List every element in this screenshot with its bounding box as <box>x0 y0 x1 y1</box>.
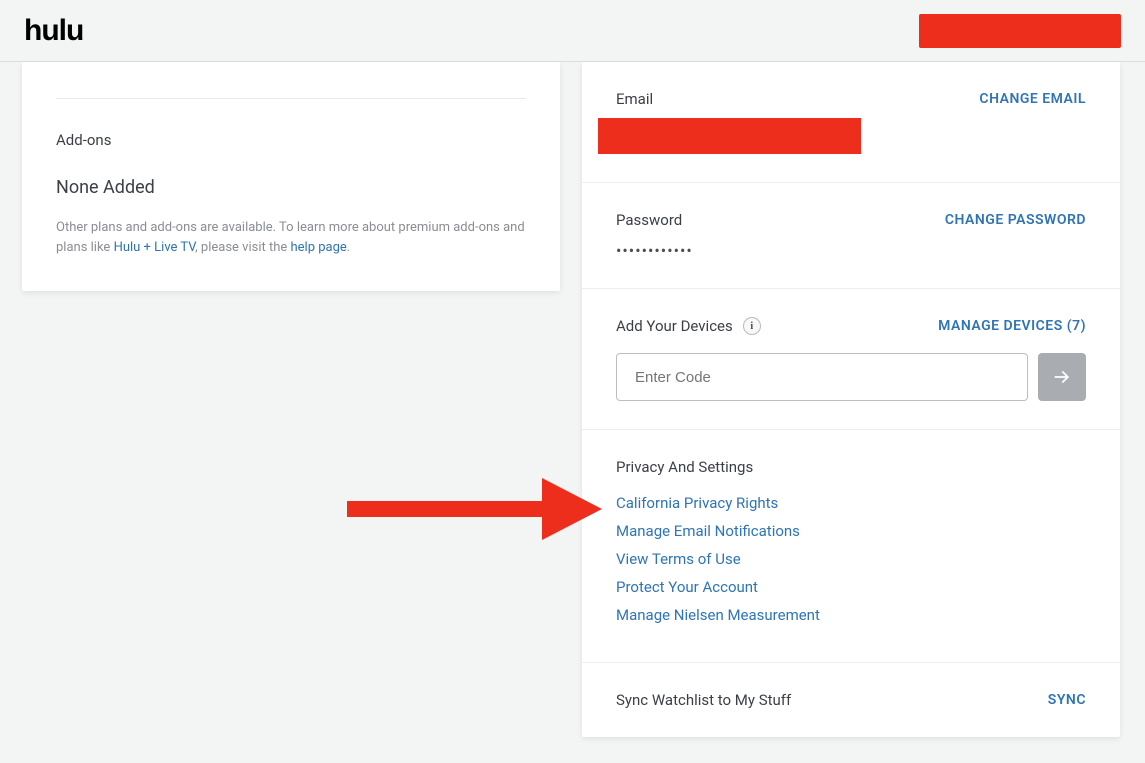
password-mask: •••••••••••• <box>616 241 1086 260</box>
addons-card: Add-ons None Added Other plans and add-o… <box>22 62 560 291</box>
device-code-input[interactable] <box>616 353 1028 401</box>
addons-none-added: None Added <box>56 177 526 198</box>
addons-desc-mid: , please visit the <box>195 240 290 255</box>
header-redaction <box>919 14 1121 48</box>
password-label: Password <box>616 211 682 229</box>
privacy-section: Privacy And Settings California Privacy … <box>582 430 1120 663</box>
change-password-button[interactable]: CHANGE PASSWORD <box>945 212 1086 228</box>
top-header: hulu <box>0 0 1145 62</box>
add-devices-label: Add Your Devices <box>616 317 733 335</box>
sync-label: Sync Watchlist to My Stuff <box>616 691 791 709</box>
email-label: Email <box>616 90 653 108</box>
divider <box>56 98 526 99</box>
devices-section: Add Your Devices i MANAGE DEVICES (7) <box>582 289 1120 430</box>
sync-button[interactable]: SYNC <box>1048 692 1086 708</box>
sync-section: Sync Watchlist to My Stuff SYNC <box>582 663 1120 737</box>
addons-description: Other plans and add-ons are available. T… <box>56 218 526 257</box>
california-privacy-link[interactable]: California Privacy Rights <box>616 494 1086 512</box>
manage-devices-button[interactable]: MANAGE DEVICES (7) <box>938 318 1086 334</box>
privacy-links: California Privacy Rights Manage Email N… <box>616 494 1086 624</box>
account-card: Email CHANGE EMAIL Password CHANGE PASSW… <box>582 62 1120 737</box>
email-section: Email CHANGE EMAIL <box>582 62 1120 183</box>
hulu-logo[interactable]: hulu <box>24 14 83 48</box>
arrow-right-icon <box>1052 367 1072 387</box>
change-email-button[interactable]: CHANGE EMAIL <box>979 91 1086 107</box>
manage-email-notifications-link[interactable]: Manage Email Notifications <box>616 522 1086 540</box>
nielsen-link[interactable]: Manage Nielsen Measurement <box>616 606 1086 624</box>
protect-account-link[interactable]: Protect Your Account <box>616 578 1086 596</box>
password-section: Password CHANGE PASSWORD •••••••••••• <box>582 183 1120 289</box>
addons-section-title: Add-ons <box>56 131 526 149</box>
help-page-link[interactable]: help page <box>290 240 346 255</box>
page-content: Add-ons None Added Other plans and add-o… <box>0 62 1145 737</box>
addons-desc-end: . <box>347 240 350 255</box>
info-icon[interactable]: i <box>743 317 761 335</box>
email-redaction <box>598 118 861 154</box>
privacy-title: Privacy And Settings <box>616 458 1086 476</box>
live-tv-link[interactable]: Hulu + Live TV <box>114 240 196 255</box>
view-terms-link[interactable]: View Terms of Use <box>616 550 1086 568</box>
submit-code-button[interactable] <box>1038 353 1086 401</box>
